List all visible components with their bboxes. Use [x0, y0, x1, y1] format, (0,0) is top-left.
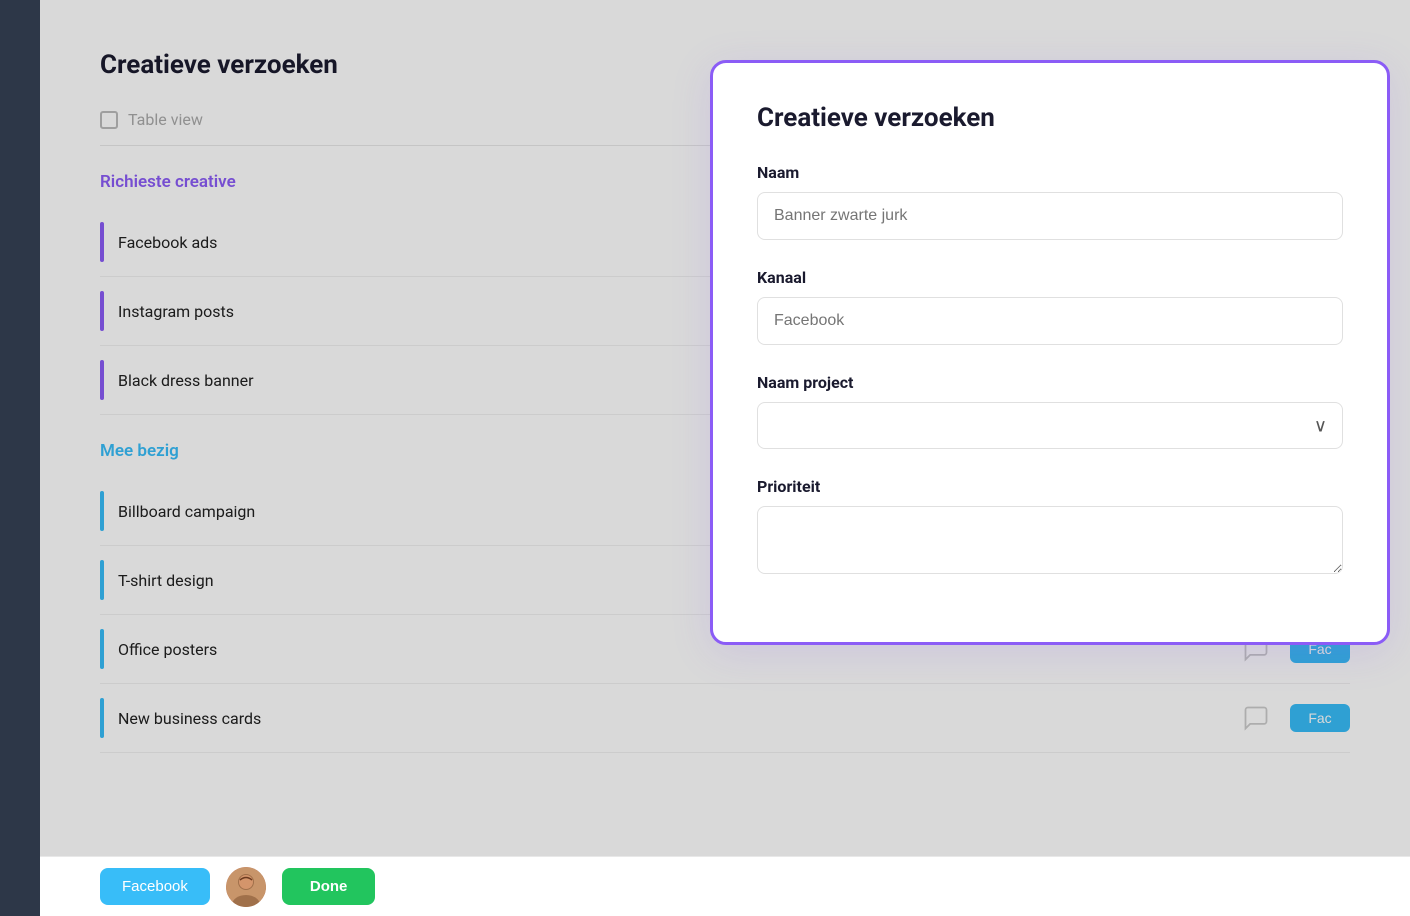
main-content: Creatieve verzoeken Table view Richieste…	[40, 0, 1410, 916]
prioriteit-textarea[interactable]	[757, 506, 1343, 574]
form-group-project: Naam project ∨	[757, 373, 1343, 449]
select-wrapper: ∨	[757, 402, 1343, 449]
form-label-naam: Naam	[757, 163, 1343, 182]
modal: Creatieve verzoeken Naam Kanaal Naam pro…	[710, 60, 1390, 645]
form-group-kanaal: Kanaal	[757, 268, 1343, 345]
form-label-kanaal: Kanaal	[757, 268, 1343, 287]
sidebar	[0, 0, 40, 916]
done-button[interactable]: Done	[282, 868, 376, 905]
modal-overlay: Creatieve verzoeken Naam Kanaal Naam pro…	[40, 0, 1410, 916]
naam-input[interactable]	[757, 192, 1343, 240]
avatar	[226, 867, 266, 907]
kanaal-input[interactable]	[757, 297, 1343, 345]
form-group-naam: Naam	[757, 163, 1343, 240]
avatar-image	[226, 867, 266, 907]
facebook-button[interactable]: Facebook	[100, 868, 210, 905]
form-group-prioriteit: Prioriteit	[757, 477, 1343, 578]
bottom-bar: Facebook Done	[40, 856, 1410, 916]
form-label-project: Naam project	[757, 373, 1343, 392]
modal-title: Creatieve verzoeken	[757, 103, 1343, 133]
form-label-prioriteit: Prioriteit	[757, 477, 1343, 496]
project-select[interactable]	[757, 402, 1343, 449]
